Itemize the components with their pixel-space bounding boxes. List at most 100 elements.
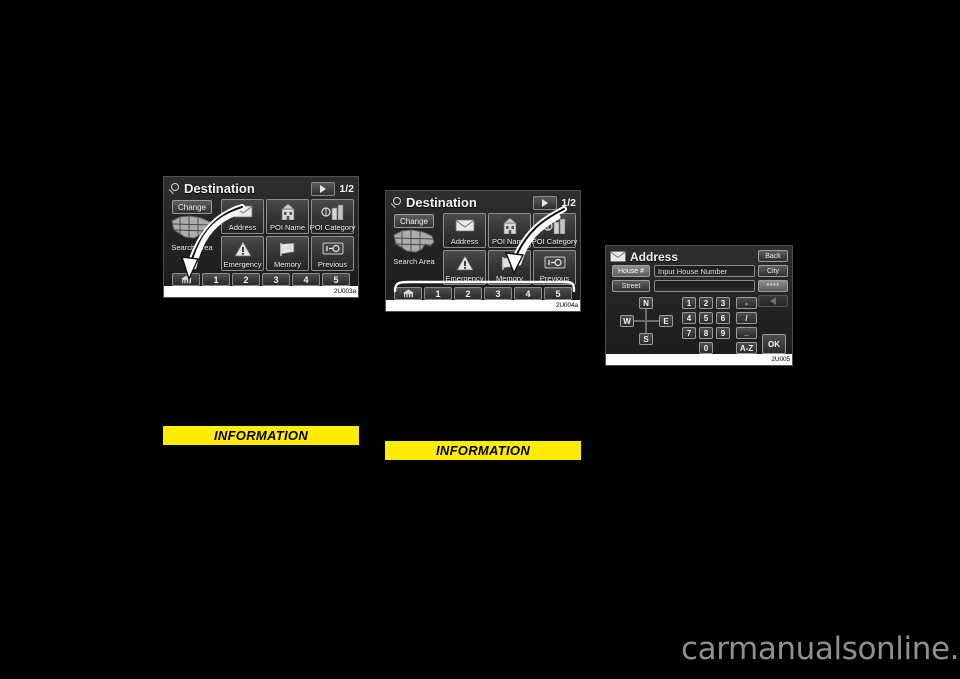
magnifier-icon [168, 182, 182, 196]
tile-poi-category[interactable]: POI Category [310, 199, 355, 234]
tile-memory[interactable]: Memory [488, 250, 531, 285]
screen-body: Address Back City **** House # Street In… [606, 246, 792, 356]
home-key[interactable] [394, 287, 422, 300]
keypad-1[interactable]: 1 [682, 297, 696, 309]
destination-title-row: Destination 1/2 [390, 194, 576, 211]
tile-address[interactable]: Address [221, 199, 264, 234]
nav-screen-destination-2: Destination 1/2 Change Search Area Addre… [385, 190, 581, 312]
keypad-0[interactable]: 0 [699, 342, 713, 354]
tile-poi-name[interactable]: POI Name [266, 199, 309, 234]
key-1[interactable]: 1 [424, 287, 452, 300]
page-title: Address [630, 249, 679, 264]
street-button[interactable]: Street [612, 280, 650, 292]
home-icon [180, 275, 192, 284]
house-number-button[interactable]: House # [612, 265, 650, 277]
key-3[interactable]: 3 [262, 273, 290, 286]
figure-code: 2U003a [331, 286, 358, 297]
next-page-button[interactable] [533, 195, 558, 210]
tile-previous[interactable]: Previous [311, 236, 354, 271]
key-3[interactable]: 3 [484, 287, 512, 300]
home-key[interactable] [172, 273, 200, 286]
caption-strip [386, 300, 554, 311]
us-map-icon [393, 229, 435, 253]
warning-triangle-icon [444, 251, 485, 274]
page-title: Destination [406, 195, 477, 210]
tile-label: POI Name [491, 237, 527, 246]
warning-triangle-icon [222, 237, 263, 260]
keypad-space[interactable]: _ [736, 327, 757, 339]
left-arrow-icon [770, 297, 776, 305]
home-icon [402, 289, 414, 298]
building-icon [267, 200, 308, 223]
tile-label: Address [450, 237, 479, 246]
tile-previous[interactable]: Previous [533, 250, 576, 285]
tile-emergency[interactable]: Emergency [221, 236, 264, 271]
caption-strip [164, 286, 332, 297]
key-5[interactable]: 5 [322, 273, 350, 286]
information-banner-2: INFORMATION [385, 439, 581, 462]
compass-cross-horizontal [631, 320, 661, 322]
page-nav[interactable]: 1/2 [533, 195, 576, 210]
envelope-icon [444, 214, 485, 237]
nav-screen-address: Address Back City **** House # Street In… [605, 245, 793, 366]
compass-south-button[interactable]: S [639, 333, 653, 345]
tile-memory[interactable]: Memory [266, 236, 309, 271]
change-button[interactable]: Change [394, 214, 434, 228]
keypad-9[interactable]: 9 [716, 327, 730, 339]
keypad-a-z[interactable]: A-Z [736, 342, 757, 354]
screen-body: Destination 1/2 Change Search Area Addre… [386, 191, 580, 302]
keypad-7[interactable]: 7 [682, 327, 696, 339]
bottom-key-row: 1 2 3 4 5 [172, 273, 350, 286]
keypad-2[interactable]: 2 [699, 297, 713, 309]
magnifier-icon [390, 196, 404, 210]
figure-code: 2U005 [769, 354, 792, 365]
page-nav[interactable]: 1/2 [311, 181, 354, 196]
building-icon [489, 214, 530, 237]
tile-emergency[interactable]: Emergency [443, 250, 486, 285]
tile-label: Address [228, 223, 257, 232]
change-button[interactable]: Change [172, 200, 212, 214]
keypad-3[interactable]: 3 [716, 297, 730, 309]
next-page-button[interactable] [311, 181, 336, 196]
tile-poi-name[interactable]: POI Name [488, 213, 531, 248]
back-button[interactable]: Back [758, 250, 788, 262]
flag-icon [267, 237, 308, 260]
compass-west-button[interactable]: W [620, 315, 634, 327]
keypad-dash[interactable]: - [736, 297, 757, 309]
right-arrow-icon [320, 184, 327, 193]
keypad-slash[interactable]: / [736, 312, 757, 324]
street-field[interactable] [654, 280, 755, 292]
compass-east-button[interactable]: E [659, 315, 673, 327]
bottom-key-row: 1 2 3 4 5 [394, 287, 572, 300]
key-5[interactable]: 5 [544, 287, 572, 300]
stars-button[interactable]: **** [758, 280, 788, 292]
keypad-6[interactable]: 6 [716, 312, 730, 324]
screen-body: Destination 1/2 Change Search Area Addre… [164, 177, 358, 288]
ok-button[interactable]: OK [762, 334, 786, 354]
tile-label: Emergency [223, 260, 262, 269]
tile-label: Previous [317, 260, 348, 269]
right-arrow-icon [542, 198, 549, 207]
key-2[interactable]: 2 [232, 273, 260, 286]
caption-strip [606, 354, 770, 365]
us-map-icon [171, 215, 213, 239]
compass-north-button[interactable]: N [639, 297, 653, 309]
figure-caption-bar: 2U003a [164, 286, 358, 297]
keypad-8[interactable]: 8 [699, 327, 713, 339]
key-1[interactable]: 1 [202, 273, 230, 286]
tile-label: POI Name [269, 223, 305, 232]
keypad-4[interactable]: 4 [682, 312, 696, 324]
tile-label: Memory [495, 274, 524, 283]
key-4[interactable]: 4 [514, 287, 542, 300]
back-arrow-button[interactable] [758, 295, 788, 307]
keypad-5[interactable]: 5 [699, 312, 713, 324]
tile-label: Emergency [445, 274, 484, 283]
house-number-field[interactable]: Input House Number [654, 265, 755, 277]
tile-poi-category[interactable]: POI Category [532, 213, 577, 248]
previous-screen-icon [534, 251, 575, 274]
poi-category-icon [534, 214, 575, 237]
key-2[interactable]: 2 [454, 287, 482, 300]
tile-address[interactable]: Address [443, 213, 486, 248]
key-4[interactable]: 4 [292, 273, 320, 286]
city-button[interactable]: City [758, 265, 788, 277]
